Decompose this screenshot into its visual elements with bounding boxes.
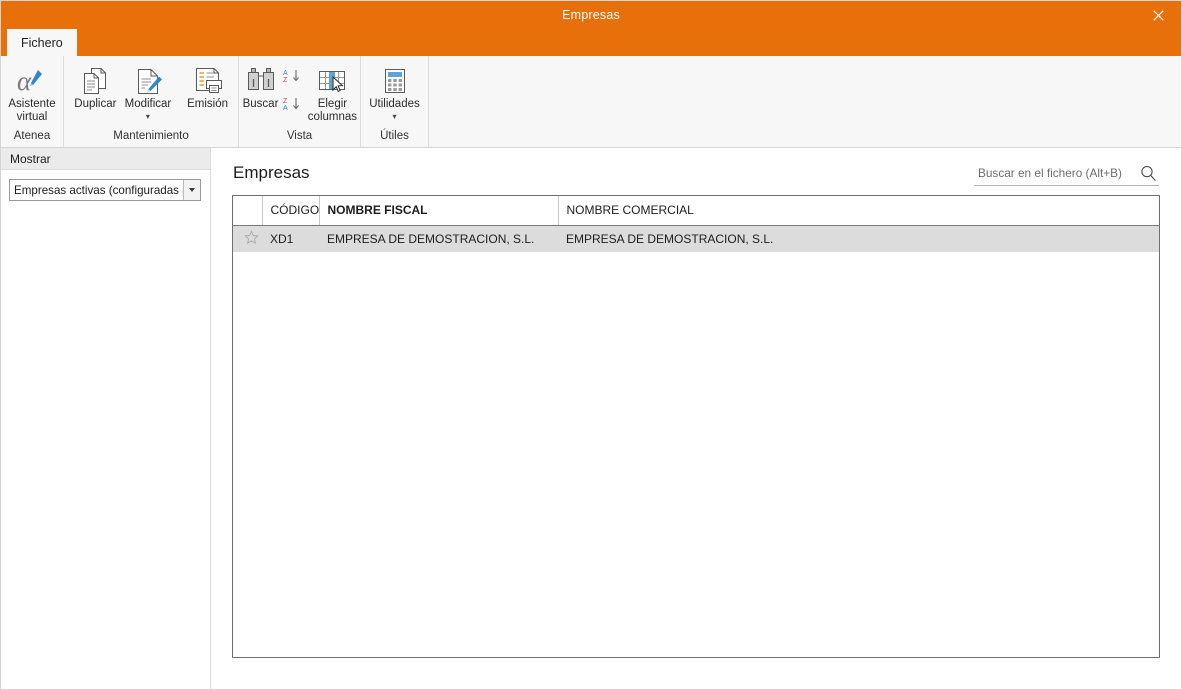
column-header-favorite[interactable]	[233, 196, 263, 226]
row-cell-nombre-fiscal: EMPRESA DE DEMOSTRACION, S.L.	[319, 225, 558, 252]
empresas-grid[interactable]: CÓDIGO NOMBRE FISCAL NOMBRE COMERCIAL XD…	[232, 195, 1160, 658]
svg-text:Z: Z	[283, 77, 288, 84]
ribbon-button-elegir-columnas-label: Elegir columnas	[307, 98, 358, 123]
empresas-table: CÓDIGO NOMBRE FISCAL NOMBRE COMERCIAL XD…	[233, 196, 1159, 252]
ribbon-button-asistente-virtual-label: Asistente virtual	[8, 98, 56, 123]
chevron-down-icon[interactable]: ▾	[392, 112, 396, 121]
mostrar-filter-value: Empresas activas (configuradas pa	[14, 183, 183, 197]
row-cell-codigo: XD1	[262, 225, 319, 252]
columns-cursor-icon	[316, 64, 348, 98]
ribbon-button-modificar-label: Modificar	[124, 98, 172, 110]
svg-text:α: α	[17, 66, 32, 96]
ribbon-button-duplicar-label: Duplicar	[74, 98, 117, 110]
ribbon-group-vista-label: Vista	[286, 130, 313, 142]
ribbon-group-vista: Buscar A Z Z A Elegir columnas Vista	[239, 56, 361, 147]
sort-ascending-button[interactable]: A Z	[281, 66, 305, 91]
application-window: Empresas Fichero α Asistente virtual Ate…	[0, 0, 1182, 690]
column-header-nombre-fiscal[interactable]: NOMBRE FISCAL	[319, 196, 559, 226]
ribbon-button-utilidades-label: Utilidades	[369, 98, 420, 110]
column-header-nombre-comercial[interactable]: NOMBRE COMERCIAL	[558, 196, 1159, 226]
calculator-icon	[379, 64, 411, 98]
chevron-down-icon[interactable]	[183, 180, 200, 200]
ribbon-button-asistente-virtual[interactable]: α Asistente virtual	[5, 60, 58, 124]
ribbon-button-buscar[interactable]: Buscar	[240, 60, 282, 112]
close-icon	[1153, 9, 1164, 21]
ribbon-group-utiles-label: Útiles	[380, 130, 409, 142]
tab-fichero[interactable]: Fichero	[7, 29, 77, 56]
ribbon-group-utiles: Utilidades ▾ Útiles	[361, 56, 429, 147]
sort-buttons-group: A Z Z A	[281, 60, 305, 119]
ribbon-button-duplicar[interactable]: Duplicar	[70, 60, 121, 112]
svg-text:Z: Z	[283, 98, 288, 105]
ribbon: α Asistente virtual Atenea Duplicar Modi…	[1, 56, 1181, 148]
ribbon-button-modificar[interactable]: Modificar ▾	[121, 60, 175, 122]
row-favorite-cell[interactable]	[233, 225, 262, 252]
ribbon-button-buscar-label: Buscar	[242, 98, 279, 110]
ribbon-button-emision-label: Emisión	[187, 98, 229, 110]
table-header-row: CÓDIGO NOMBRE FISCAL NOMBRE COMERCIAL	[233, 196, 1159, 226]
search-input[interactable]	[974, 165, 1137, 182]
document-pencil-icon	[132, 64, 164, 98]
ribbon-filler	[429, 56, 1181, 147]
copy-documents-icon	[79, 64, 111, 98]
search-box	[974, 162, 1159, 186]
sidebar-body: Empresas activas (configuradas pa	[1, 170, 210, 201]
sidebar-header-label: Mostrar	[10, 151, 51, 166]
document-printer-icon	[192, 64, 224, 98]
ribbon-group-mantenimiento-label: Mantenimiento	[113, 130, 189, 142]
ribbon-group-atenea: α Asistente virtual Atenea	[1, 56, 64, 147]
sort-a-z-icon: A Z	[283, 70, 300, 84]
row-cell-nombre-comercial: EMPRESA DE DEMOSTRACION, S.L.	[558, 225, 1159, 252]
column-header-codigo[interactable]: CÓDIGO	[262, 196, 320, 226]
ribbon-tab-strip: Fichero	[1, 29, 1181, 56]
ribbon-button-emision[interactable]: Emisión	[183, 60, 232, 112]
window-title: Empresas	[562, 8, 620, 22]
binoculars-icon	[245, 64, 277, 98]
ribbon-group-atenea-label: Atenea	[13, 130, 51, 142]
search-icon[interactable]	[1137, 165, 1159, 182]
sidebar: Mostrar Empresas activas (configuradas p…	[1, 148, 211, 689]
main-content: Empresas Buscar en el fichero (Alt+B) CÓ…	[211, 148, 1181, 689]
title-bar: Empresas	[1, 1, 1181, 29]
table-row[interactable]: XD1 EMPRESA DE DEMOSTRACION, S.L. EMPRES…	[233, 225, 1159, 252]
sort-descending-button[interactable]: Z A	[281, 94, 305, 119]
page-title: Empresas	[233, 163, 310, 182]
tab-fichero-label: Fichero	[21, 35, 63, 50]
svg-text:A: A	[283, 70, 288, 77]
chevron-down-icon[interactable]: ▾	[146, 112, 150, 121]
sort-z-a-icon: Z A	[283, 98, 300, 112]
ribbon-button-utilidades[interactable]: Utilidades ▾	[366, 60, 423, 122]
alpha-pen-icon: α	[16, 64, 48, 98]
close-window-button[interactable]	[1136, 1, 1181, 29]
star-icon[interactable]	[244, 230, 259, 247]
mostrar-filter-select[interactable]: Empresas activas (configuradas pa	[9, 179, 201, 201]
sidebar-header: Mostrar	[1, 148, 210, 170]
svg-text:A: A	[283, 105, 288, 112]
body-split: Mostrar Empresas activas (configuradas p…	[1, 148, 1181, 689]
ribbon-group-mantenimiento: Duplicar Modificar ▾ Emisión Mantenimien…	[64, 56, 239, 147]
ribbon-button-elegir-columnas[interactable]: Elegir columnas	[305, 60, 359, 124]
